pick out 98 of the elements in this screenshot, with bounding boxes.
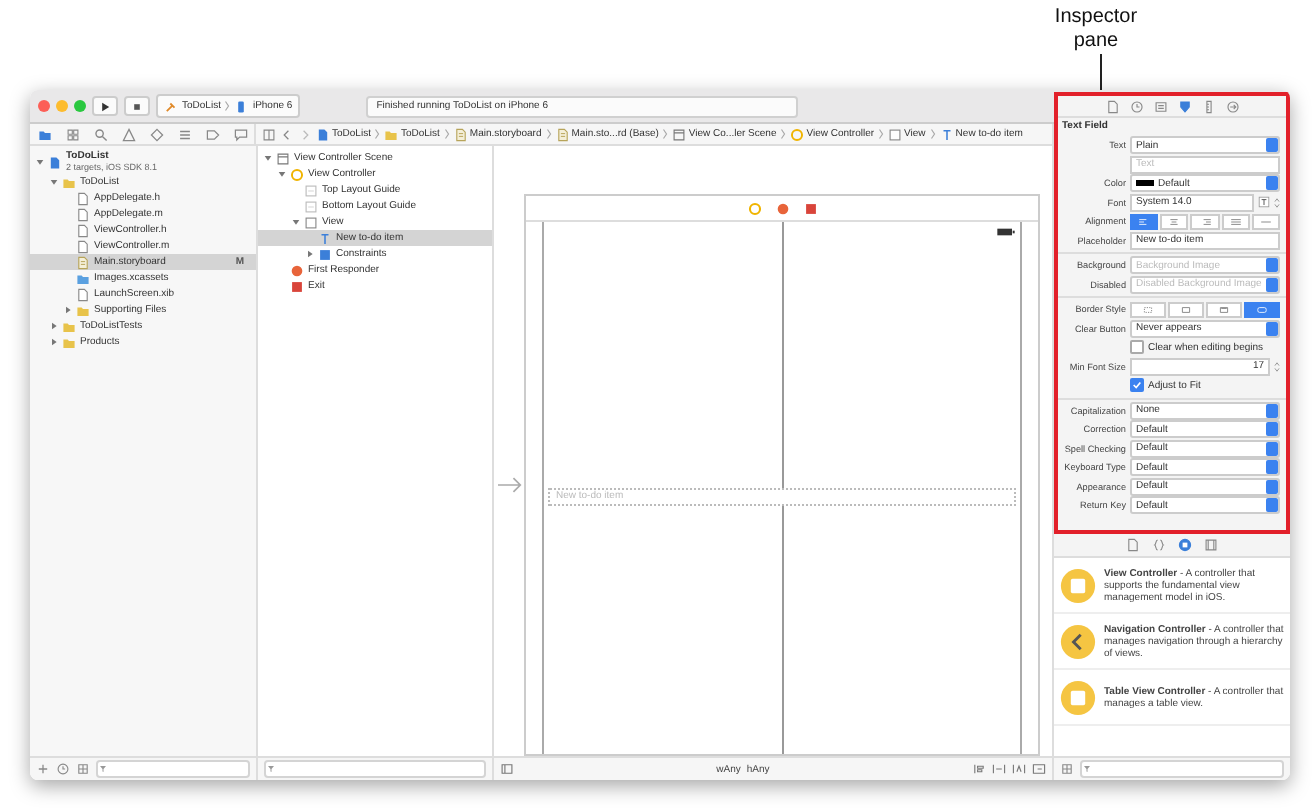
- forward-icon[interactable]: [298, 127, 312, 141]
- chevron-icon: [780, 128, 787, 140]
- battery-icon: [996, 228, 1016, 236]
- bezel-segment[interactable]: [1206, 301, 1242, 318]
- arrow-circle-icon[interactable]: [1225, 99, 1239, 113]
- card-icon[interactable]: [1153, 99, 1167, 113]
- header-icon: [76, 191, 90, 205]
- resize-icon[interactable]: [1032, 762, 1046, 776]
- warning-icon[interactable]: [121, 127, 135, 141]
- view-icon: [304, 215, 318, 229]
- checkbox[interactable]: [1130, 378, 1144, 393]
- chevron-icon: [545, 128, 552, 140]
- grid-icon[interactable]: [76, 762, 90, 776]
- sidebar-icon[interactable]: [500, 762, 514, 776]
- grid-icon[interactable]: [262, 127, 276, 141]
- rounded-segment[interactable]: [1244, 301, 1280, 318]
- justify-segment[interactable]: [1221, 213, 1250, 230]
- hammer-icon: [164, 99, 178, 113]
- filter-icon: [98, 764, 108, 774]
- message-icon[interactable]: [233, 127, 247, 141]
- filter-field[interactable]: [96, 760, 250, 778]
- header-icon: [76, 223, 90, 237]
- phone-icon: [234, 99, 249, 113]
- line-segment[interactable]: [1168, 301, 1204, 318]
- disclosure-triangle-icon[interactable]: [50, 322, 58, 330]
- natural-style-icon: [1259, 217, 1272, 226]
- square-circle-icon: [1060, 679, 1096, 715]
- chevron-icon: [443, 128, 450, 140]
- braces-icon[interactable]: [1152, 538, 1166, 552]
- scene-icon: [672, 127, 687, 141]
- disclosure-triangle-icon[interactable]: [36, 158, 44, 166]
- filter-icon: [266, 764, 276, 774]
- storyboard-icon: [453, 127, 468, 141]
- right-style-icon: [1199, 217, 1211, 226]
- chevron-icon: [374, 128, 381, 140]
- disclosure-triangle-icon[interactable]: [306, 250, 314, 258]
- document-icon[interactable]: [1126, 538, 1140, 552]
- pin-icon[interactable]: [992, 762, 1006, 776]
- storyboard-icon: [555, 127, 570, 141]
- center-segment[interactable]: [1160, 213, 1189, 230]
- font-picker-icon[interactable]: [1258, 196, 1270, 209]
- ruler-icon[interactable]: [1201, 99, 1215, 113]
- chevron-circle-icon: [1060, 623, 1096, 659]
- play-icon: [98, 99, 112, 113]
- search-icon[interactable]: [93, 127, 107, 141]
- storyboard-icon: [76, 255, 90, 269]
- xib-icon: [76, 287, 90, 301]
- disclosure-triangle-icon[interactable]: [64, 306, 72, 314]
- document-icon[interactable]: [1105, 99, 1119, 113]
- shield-icon[interactable]: [1177, 99, 1191, 113]
- scene-icon: [276, 151, 290, 165]
- disclosure-triangle-icon[interactable]: [264, 154, 272, 162]
- annotation-label: Inspector pane: [1052, 6, 1140, 54]
- none-style-icon: [1142, 305, 1154, 314]
- chevron-icon: [878, 128, 885, 140]
- grid-icon[interactable]: [65, 127, 79, 141]
- square-circle-icon: [1060, 567, 1096, 603]
- stop-button[interactable]: [124, 96, 150, 116]
- disclosure-triangle-icon[interactable]: [50, 178, 58, 186]
- checkbox[interactable]: [1130, 340, 1144, 355]
- filter-field[interactable]: [264, 760, 486, 778]
- center-style-icon: [1168, 217, 1181, 226]
- diamond-icon[interactable]: [149, 127, 163, 141]
- filter-field[interactable]: [1080, 760, 1284, 778]
- line-style-icon: [1180, 305, 1192, 314]
- grid-icon[interactable]: [1060, 762, 1074, 776]
- close-button[interactable]: [38, 100, 50, 112]
- zoom-button[interactable]: [74, 100, 86, 112]
- filter-icon: [1082, 764, 1092, 774]
- project-icon: [48, 155, 62, 169]
- align-icon[interactable]: [972, 762, 986, 776]
- justify-style-icon: [1229, 217, 1242, 226]
- rounded-style-icon: [1256, 305, 1268, 314]
- chevron-icon: [662, 128, 669, 140]
- disclosure-triangle-icon[interactable]: [292, 218, 300, 226]
- resolve-icon[interactable]: [1012, 762, 1026, 776]
- textfield-icon: [939, 127, 954, 141]
- left-style-icon: [1138, 217, 1151, 226]
- back-icon[interactable]: [280, 127, 294, 141]
- disclosure-triangle-icon[interactable]: [50, 338, 58, 346]
- entry-arrow-icon: [498, 476, 522, 494]
- run-button[interactable]: [92, 96, 118, 116]
- film-icon[interactable]: [1204, 538, 1218, 552]
- clock-icon[interactable]: [1129, 99, 1143, 113]
- add-icon[interactable]: [36, 762, 50, 776]
- source-icon: [76, 207, 90, 221]
- bezel-style-icon: [1218, 305, 1230, 314]
- stop-icon: [130, 99, 144, 113]
- list-icon[interactable]: [177, 127, 191, 141]
- folder-icon: [62, 175, 76, 189]
- disclosure-triangle-icon[interactable]: [278, 170, 286, 178]
- clock-icon[interactable]: [56, 762, 70, 776]
- chevron-icon: [224, 100, 231, 112]
- right-segment[interactable]: [1190, 213, 1220, 230]
- textfield-icon: [318, 231, 332, 245]
- left-segment[interactable]: [1130, 213, 1159, 230]
- tag-icon[interactable]: [205, 127, 219, 141]
- chevron-icon: [929, 128, 936, 140]
